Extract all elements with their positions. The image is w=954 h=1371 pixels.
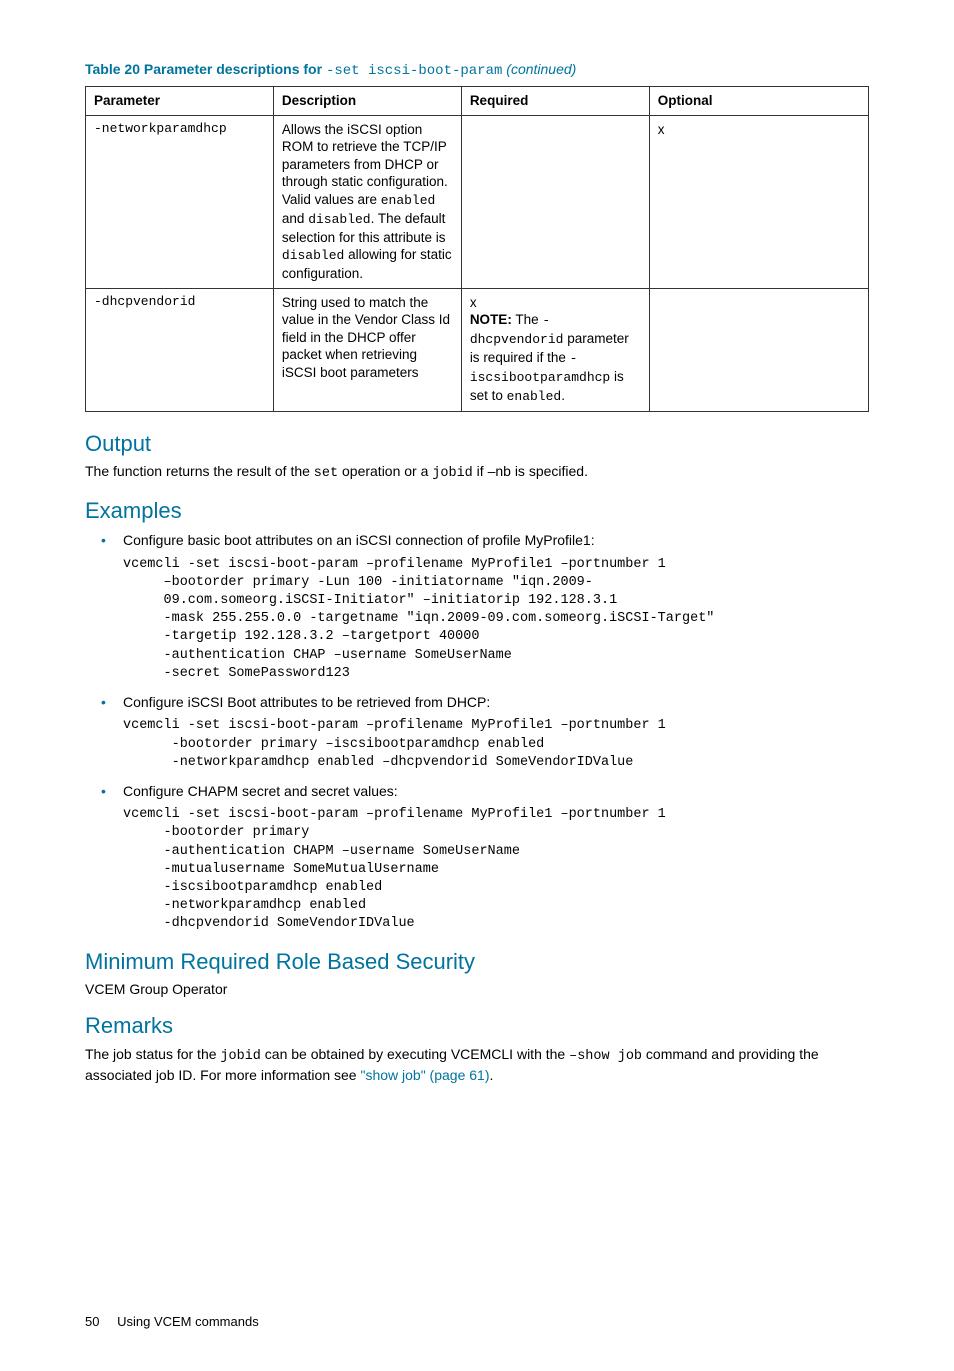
example-code: vcemcli -set iscsi-boot-param –profilena… (123, 556, 869, 684)
th-desc: Description (273, 87, 461, 116)
note-label: NOTE: (470, 312, 512, 327)
caption-suffix: (continued) (502, 61, 576, 77)
caption-prefix: Table 20 Parameter descriptions for (85, 61, 326, 77)
example-code: vcemcli -set iscsi-boot-param –profilena… (123, 717, 869, 772)
footer-title: Using VCEM commands (117, 1314, 259, 1329)
text: if –nb is specified. (473, 463, 588, 479)
desc-code: disabled (308, 212, 370, 227)
security-heading: Minimum Required Role Based Security (85, 948, 869, 977)
text: . (489, 1067, 493, 1083)
note-text: The (512, 312, 543, 327)
page-footer: 50 Using VCEM commands (85, 1314, 869, 1331)
text: operation or a (338, 463, 432, 479)
list-item: Configure basic boot attributes on an iS… (123, 531, 869, 683)
table-header-row: Parameter Description Required Optional (86, 87, 869, 116)
page-number: 50 (85, 1314, 99, 1331)
code: jobid (432, 466, 473, 481)
req-x: x (470, 294, 641, 312)
table-caption: Table 20 Parameter descriptions for -set… (85, 60, 869, 80)
text: The function returns the result of the (85, 463, 314, 479)
example-text: Configure iSCSI Boot attributes to be re… (123, 694, 490, 710)
example-text: Configure basic boot attributes on an iS… (123, 532, 595, 548)
table-row: -dhcpvendorid String used to match the v… (86, 288, 869, 411)
example-code: vcemcli -set iscsi-boot-param –profilena… (123, 806, 869, 934)
text: The job status for the (85, 1046, 220, 1062)
desc-code: enabled (381, 193, 436, 208)
show-job-link[interactable]: "show job" (page 61) (360, 1067, 489, 1083)
cell-param: -dhcpvendorid (86, 288, 274, 411)
code: –show job (569, 1049, 642, 1064)
cell-desc: String used to match the value in the Ve… (273, 288, 461, 411)
output-text: The function returns the result of the s… (85, 462, 869, 483)
th-param: Parameter (86, 87, 274, 116)
note-code: enabled (507, 389, 562, 404)
desc-text: and (282, 211, 308, 226)
list-item: Configure iSCSI Boot attributes to be re… (123, 693, 869, 772)
desc-code: disabled (282, 248, 344, 263)
list-item: Configure CHAPM secret and secret values… (123, 782, 869, 934)
cell-req: x NOTE: The -dhcpvendorid parameter is r… (461, 288, 649, 411)
th-opt: Optional (649, 87, 868, 116)
remarks-heading: Remarks (85, 1012, 869, 1041)
output-heading: Output (85, 430, 869, 459)
cell-opt: x (649, 115, 868, 288)
param-table: Parameter Description Required Optional … (85, 86, 869, 412)
text: can be obtained by executing VCEMCLI wit… (261, 1046, 569, 1062)
remarks-text: The job status for the jobid can be obta… (85, 1045, 869, 1084)
caption-cmd: -set iscsi-boot-param (326, 63, 502, 79)
example-text: Configure CHAPM secret and secret values… (123, 783, 398, 799)
th-req: Required (461, 87, 649, 116)
examples-list: Configure basic boot attributes on an iS… (85, 531, 869, 933)
cell-req (461, 115, 649, 288)
code: jobid (220, 1049, 261, 1064)
cell-opt (649, 288, 868, 411)
note-text: . (561, 388, 565, 403)
cell-param: -networkparamdhcp (86, 115, 274, 288)
examples-heading: Examples (85, 497, 869, 526)
security-text: VCEM Group Operator (85, 980, 869, 998)
table-row: -networkparamdhcp Allows the iSCSI optio… (86, 115, 869, 288)
code: set (314, 466, 338, 481)
cell-desc: Allows the iSCSI option ROM to retrieve … (273, 115, 461, 288)
